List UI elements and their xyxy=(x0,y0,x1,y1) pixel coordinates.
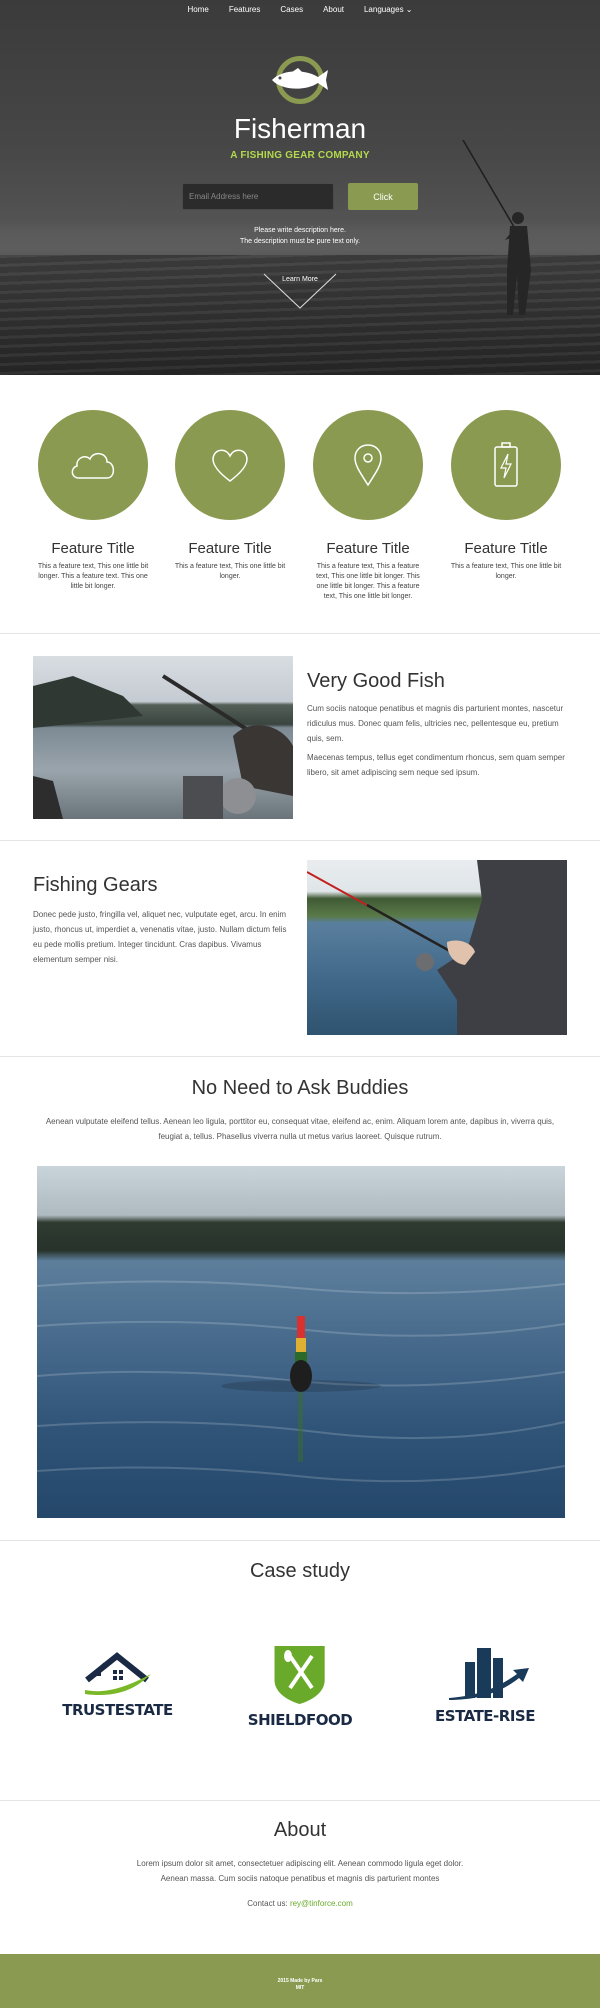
learn-more-link[interactable]: Learn More xyxy=(0,276,600,283)
feature-circle xyxy=(38,410,148,520)
buddies-text: Aenean vulputate eleifend tellus. Aenean… xyxy=(45,1117,555,1141)
about-title: About xyxy=(273,1819,327,1841)
feature-text: This a feature text, This one little bit… xyxy=(37,563,149,590)
fisherman-photo xyxy=(307,860,567,1035)
feature-card: Feature Title This a feature text, This … xyxy=(33,410,153,592)
nav-cases[interactable]: Cases xyxy=(280,0,303,20)
email-input[interactable] xyxy=(182,183,334,210)
feature-title: Feature Title xyxy=(326,540,410,557)
top-nav: Home Features Cases About Languages ⌄ xyxy=(0,0,600,20)
buildings-arrow-icon xyxy=(449,1648,529,1700)
fishing-rod-photo xyxy=(33,656,293,819)
section-divider xyxy=(0,1800,600,1801)
hero-description-line1: Please write description here. xyxy=(254,227,346,234)
hero-description-line2: The description must be pure text only. xyxy=(239,238,361,245)
gears-paragraph: Donec pede justo, fringilla vel, aliquet… xyxy=(33,910,287,964)
hero-description: Please write description here. The descr… xyxy=(0,225,600,247)
feature-text: This a feature text, This one little bit… xyxy=(450,563,562,580)
feature-card: Feature Title This a feature text, This … xyxy=(446,410,566,582)
good-fish-content: Very Good Fish Cum sociis natoque penati… xyxy=(307,670,567,780)
feature-text: This a feature text, This a feature text… xyxy=(316,563,420,600)
estate-rise-wordmark: ESTATE-RISE xyxy=(435,1707,535,1725)
about-text: Lorem ipsum dolor sit amet, consectetuer… xyxy=(136,1859,464,1883)
features-section: Feature Title This a feature text, This … xyxy=(0,375,600,633)
fisherman-illustration xyxy=(307,860,567,1035)
section-divider xyxy=(0,1056,600,1057)
hero-section: Home Features Cases About Languages ⌄ Fi… xyxy=(0,0,600,375)
feature-circle xyxy=(175,410,285,520)
feature-title: Feature Title xyxy=(464,540,548,557)
cloud-icon xyxy=(71,453,115,479)
buddies-title: No Need to Ask Buddies xyxy=(191,1077,409,1099)
fish-logo-icon xyxy=(272,68,328,90)
shieldfood-logo[interactable]: SHIELDFOOD xyxy=(240,1640,360,1729)
location-pin-icon xyxy=(354,444,382,487)
nav-home[interactable]: Home xyxy=(187,0,208,20)
feature-text: This a feature text, This one little bit… xyxy=(174,563,286,580)
gears-title: Fishing Gears xyxy=(33,874,158,896)
feature-title: Feature Title xyxy=(51,540,135,557)
feature-circle xyxy=(313,410,423,520)
hero-title: Fisherman xyxy=(233,113,367,144)
section-divider xyxy=(0,1540,600,1541)
nav-languages[interactable]: Languages ⌄ xyxy=(364,0,413,20)
case-study-title: Case study xyxy=(249,1560,351,1582)
feature-card: Feature Title This a feature text, This … xyxy=(170,410,290,582)
footer-license: MIT xyxy=(295,1985,305,1991)
feature-card: Feature Title This a feature text, This … xyxy=(308,410,428,602)
click-button[interactable]: Click xyxy=(348,183,418,210)
good-fish-title: Very Good Fish xyxy=(307,670,445,692)
hero-subtitle: A FISHING GEAR COMPANY xyxy=(230,150,370,161)
float-on-water-photo xyxy=(37,1166,565,1518)
contact-label: Contact us: xyxy=(247,1899,288,1908)
house-icon xyxy=(85,1652,151,1696)
footer-credit: 2015 Made by Pars xyxy=(277,1978,323,1984)
trustestate-wordmark: TRUSTESTATE xyxy=(62,1701,173,1719)
battery-icon xyxy=(494,442,518,487)
heart-icon xyxy=(212,449,248,482)
float-on-water-illustration xyxy=(37,1280,565,1483)
nav-about[interactable]: About xyxy=(323,0,344,20)
contact-line: Contact us: rey@tinforce.com xyxy=(0,1896,600,1911)
good-fish-paragraph-1: Cum sociis natoque penatibus et magnis d… xyxy=(307,704,564,743)
good-fish-paragraph-2: Maecenas tempus, tellus eget condimentum… xyxy=(307,753,565,777)
feature-circle xyxy=(451,410,561,520)
nav-features[interactable]: Features xyxy=(229,0,261,20)
contact-email-link[interactable]: rey@tinforce.com xyxy=(290,1899,353,1908)
section-divider xyxy=(0,633,600,634)
trustestate-logo[interactable]: TRUSTESTATE xyxy=(55,1650,180,1719)
fishing-rod-illustration xyxy=(33,674,293,819)
section-divider xyxy=(0,840,600,841)
estate-rise-logo[interactable]: ESTATE-RISE xyxy=(425,1644,545,1725)
shieldfood-wordmark: SHIELDFOOD xyxy=(247,1711,353,1729)
shield-fork-spoon-icon xyxy=(274,1646,325,1704)
feature-title: Feature Title xyxy=(188,540,272,557)
gears-content: Fishing Gears Donec pede justo, fringill… xyxy=(33,874,293,967)
footer: 2015 Made by Pars MIT xyxy=(0,1954,600,2008)
